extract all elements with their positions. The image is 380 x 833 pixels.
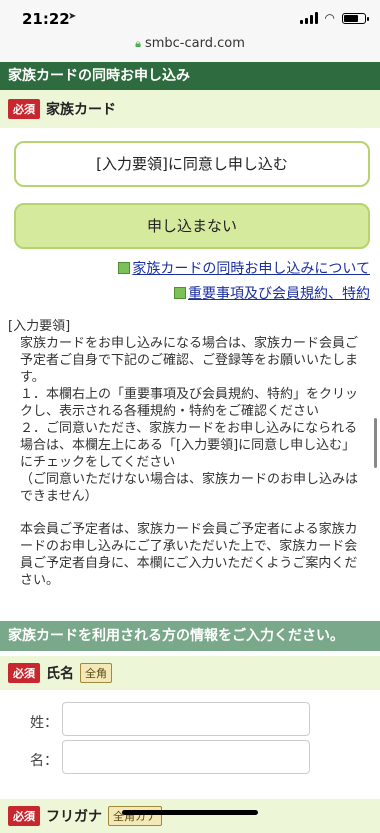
clock: 21:22 — [22, 10, 70, 28]
required-badge: 必須 — [8, 663, 40, 683]
url-bar[interactable]: 🔒︎ smbc-card.com — [0, 36, 380, 62]
link-bullet-icon — [118, 262, 131, 274]
input-guidelines: [入力要領] 家族カードをお申し込みになる場合は、家族カード会員ご予定者ご自身で… — [8, 318, 368, 589]
name-field-header: 必須 氏名 全角 — [0, 656, 380, 690]
lock-icon: 🔒︎ — [135, 37, 141, 50]
guidelines-title: [入力要領] — [8, 319, 71, 334]
battery-icon — [342, 12, 369, 24]
url-text: smbc-card.com — [144, 36, 245, 51]
guidelines-closing: 本会員ご予定者は、家族カード会員ご予定者による家族カードのお申し込みにご了承いた… — [20, 522, 358, 588]
furigana-field-header: 必須 フリガナ 全角カナ — [0, 799, 380, 833]
link-label: 家族カードの同時お申し込みについて — [132, 261, 370, 277]
guidelines-item-1: １．本欄右上の「重要事項及び会員規約、特約」をクリックし、表示される各種規約・特… — [20, 387, 359, 419]
link-label: 重要事項及び会員規約、特約 — [188, 286, 370, 302]
user-info-heading: 家族カードを利用される方の情報をご入力ください。 — [0, 621, 380, 651]
link-bullet-icon — [174, 287, 186, 299]
wifi-icon: ◠ — [324, 11, 335, 25]
last-name-row: 姓： — [0, 700, 380, 740]
page-title: 家族カードの同時お申し込み — [0, 62, 380, 90]
terms-link[interactable]: 重要事項及び会員規約、特約 — [174, 283, 370, 303]
furigana-label: フリガナ — [46, 809, 102, 825]
first-name-row: 名： — [0, 738, 380, 778]
last-name-input[interactable] — [62, 702, 310, 736]
family-card-section-header: 必須 家族カード — [0, 90, 380, 128]
status-bar: 21:22 ➤ ◠ — [0, 0, 380, 36]
first-name-label: 名： — [30, 753, 58, 769]
full-width-kana-badge: 全角カナ — [108, 806, 162, 826]
name-label: 氏名 — [46, 666, 74, 682]
guidelines-lead: 家族カードをお申し込みになる場合は、家族カード会員ご予定者ご自身で下記のご確認、… — [20, 336, 359, 385]
location-arrow-icon: ➤ — [68, 11, 77, 22]
full-width-badge: 全角 — [80, 663, 112, 683]
do-not-apply-button[interactable]: 申し込まない — [14, 203, 370, 249]
guidelines-item-2: ２．ご同意いただき、家族カードをお申し込みになられる場合は、本欄左上にある「[入… — [20, 421, 358, 470]
required-badge: 必須 — [8, 806, 40, 826]
required-badge: 必須 — [8, 99, 40, 119]
scrollbar[interactable] — [374, 418, 377, 468]
guidelines-note: （ご同意いただけない場合は、家族カードのお申し込みはできません） — [20, 472, 359, 504]
home-indicator[interactable] — [122, 810, 258, 815]
agree-and-apply-button[interactable]: [入力要領]に同意し申し込む — [14, 141, 370, 187]
family-card-info-link[interactable]: 家族カードの同時お申し込みについて — [118, 258, 370, 278]
last-name-label: 姓： — [30, 715, 58, 731]
first-name-input[interactable] — [62, 740, 310, 774]
signal-icon — [299, 12, 318, 24]
section-title: 家族カード — [46, 102, 116, 118]
